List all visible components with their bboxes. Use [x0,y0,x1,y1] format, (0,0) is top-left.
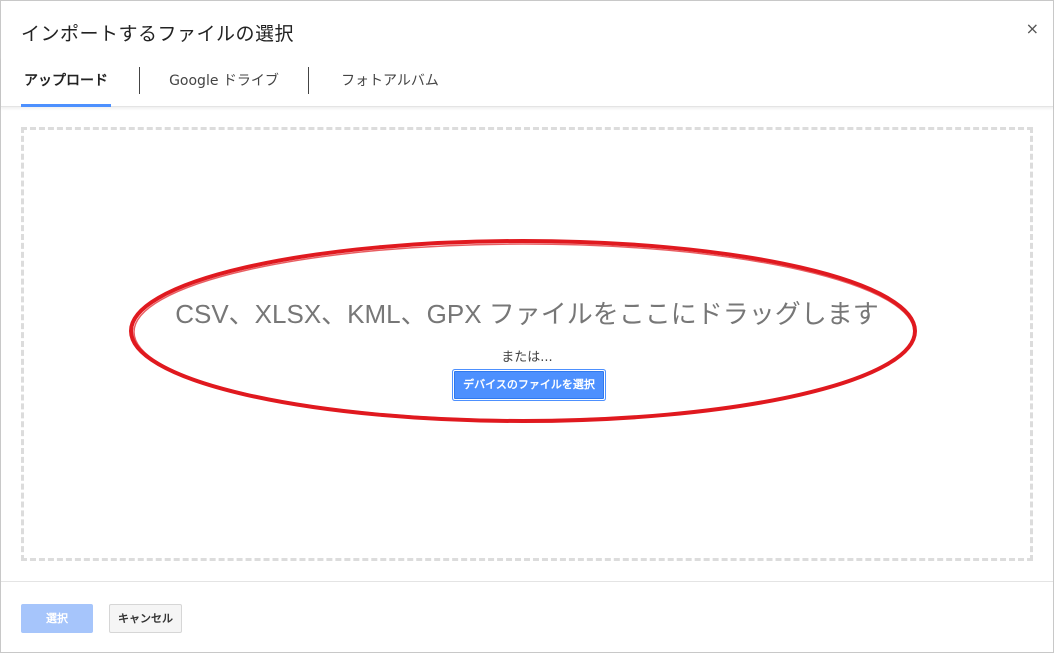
tab-divider [308,67,309,94]
tab-upload[interactable]: アップロード [21,57,111,107]
tab-google-drive[interactable]: Google ドライブ [169,57,279,106]
dialog-title: インポートするファイルの選択 [21,23,295,45]
file-drop-zone[interactable]: CSV、XLSX、KML、GPX ファイルをここにドラッグします または... … [21,127,1033,561]
tab-photo-album[interactable]: フォトアルバム [337,57,443,106]
dialog-footer: 選択 キャンセル [1,581,1053,653]
close-icon[interactable]: × [1026,19,1039,38]
tab-upload-label: アップロード [24,73,108,89]
or-separator-text: または... [501,350,553,365]
cancel-button[interactable]: キャンセル [109,604,182,633]
import-file-dialog: インポートするファイルの選択 × アップロード Google ドライブ フォトア… [0,0,1054,653]
tab-google-drive-label: Google ドライブ [169,73,279,89]
tab-photo-album-label: フォトアルバム [341,73,439,89]
choose-device-file-button[interactable]: デバイスのファイルを選択 [453,370,605,400]
active-tab-indicator [21,104,111,107]
tab-bar: アップロード Google ドライブ フォトアルバム [1,57,1053,107]
tab-divider [139,67,140,94]
select-button[interactable]: 選択 [21,604,93,633]
drop-instruction: CSV、XLSX、KML、GPX ファイルをここにドラッグします [175,299,879,329]
